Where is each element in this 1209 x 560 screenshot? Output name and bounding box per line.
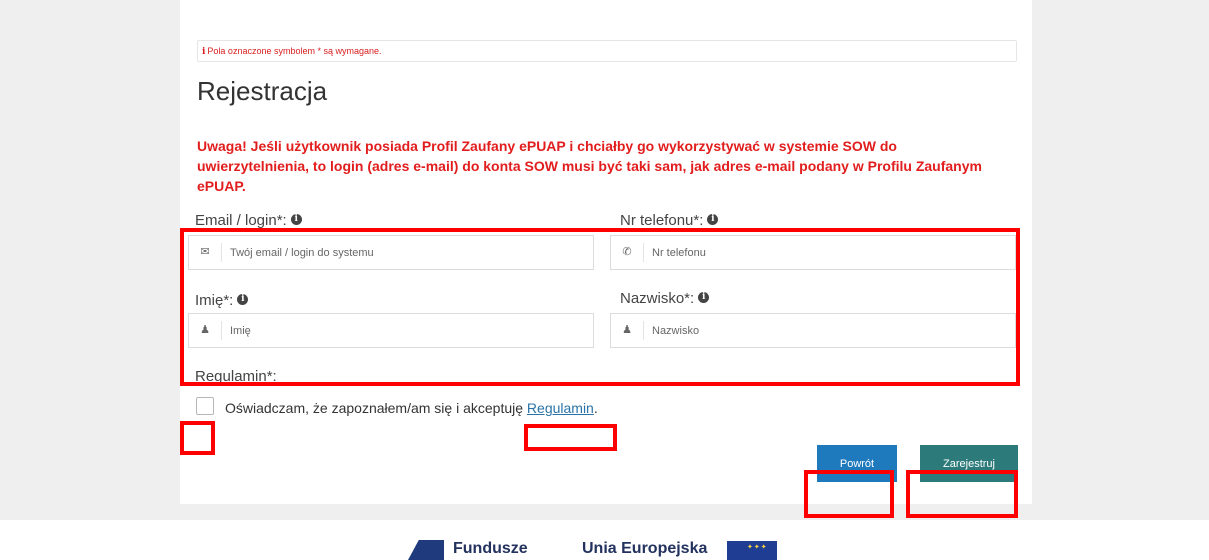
terms-label: Regulamin*: — [195, 368, 277, 385]
lastname-field[interactable] — [644, 313, 1015, 348]
phone-icon: ✆ — [611, 243, 644, 262]
required-fields-notice: i Pola oznaczone symbolem * są wymagane. — [197, 40, 1017, 62]
phone-field[interactable] — [644, 235, 1015, 270]
back-button[interactable]: Powrót — [817, 445, 897, 482]
email-label: Email / login*: i — [195, 212, 302, 229]
eu-logo-text: Unia Europejska — [582, 540, 708, 557]
consent-text: Oświadczam, że zapoznałem/am się i akcep… — [225, 400, 598, 416]
page-title: Rejestracja — [197, 76, 328, 106]
info-icon: i — [202, 47, 206, 57]
user-icon: ♟ — [189, 321, 222, 340]
phone-field-wrapper: ✆ — [610, 235, 1016, 270]
email-field[interactable] — [222, 235, 593, 270]
envelope-icon: ✉ — [189, 243, 222, 262]
consent-checkbox[interactable] — [196, 397, 214, 415]
email-info-icon[interactable]: i — [290, 214, 302, 225]
funds-logo-text: Fundusze — [453, 540, 528, 557]
firstname-field[interactable] — [222, 313, 593, 348]
eu-flag-icon: ✦✦✦ — [727, 541, 777, 560]
lastname-info-icon[interactable]: i — [698, 292, 710, 303]
user-icon: ♟ — [611, 321, 644, 340]
lastname-label: Nazwisko*: i — [620, 290, 710, 307]
lastname-field-wrapper: ♟ — [610, 313, 1016, 348]
phone-label: Nr telefonu*: i — [620, 212, 719, 229]
firstname-field-wrapper: ♟ — [188, 313, 594, 348]
firstname-info-icon[interactable]: i — [237, 294, 249, 305]
terms-link[interactable]: Regulamin — [527, 400, 594, 416]
epuap-warning: Uwaga! Jeśli użytkownik posiada Profil Z… — [197, 138, 982, 194]
firstname-label: Imię*: i — [195, 292, 249, 309]
phone-info-icon[interactable]: i — [707, 214, 719, 225]
email-field-wrapper: ✉ — [188, 235, 594, 270]
register-button[interactable]: Zarejestruj — [920, 445, 1018, 482]
